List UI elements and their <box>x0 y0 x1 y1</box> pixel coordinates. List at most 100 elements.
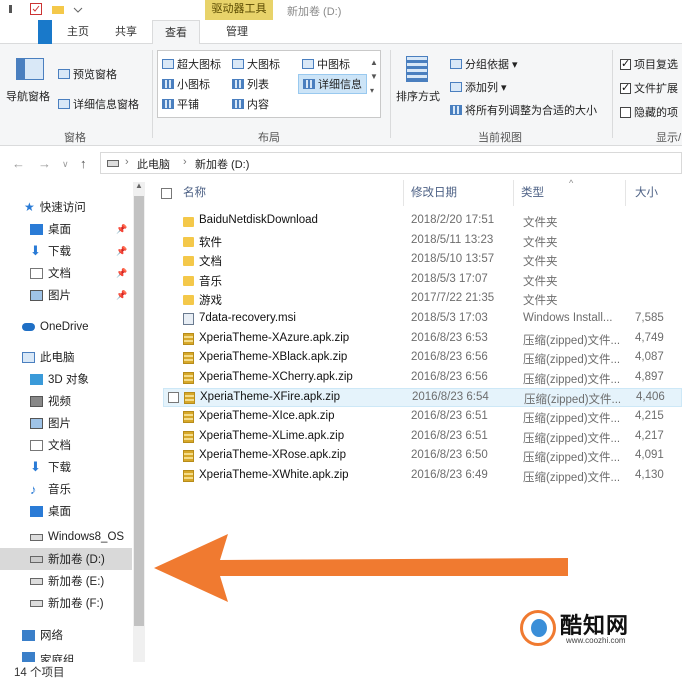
file-row[interactable]: XperiaTheme-XWhite.apk.zip 2016/8/23 6:49… <box>163 467 682 486</box>
breadcrumb-drive-d[interactable]: 新加卷 (D:) <box>195 156 249 172</box>
view-group-label: 当前视图 <box>478 132 522 144</box>
dropdown-icon[interactable] <box>72 3 84 15</box>
nav-3d-objects[interactable]: 3D 对象 <box>0 368 132 390</box>
group-by-icon <box>450 59 462 69</box>
arrow-shape <box>154 534 568 602</box>
nav-pane-button[interactable]: 导航窗格 <box>6 88 50 104</box>
pin-icon[interactable]: 📌 <box>116 224 127 235</box>
nav-drive-d[interactable]: 新加卷 (D:) <box>0 548 132 570</box>
file-row[interactable]: XperiaTheme-XLime.apk.zip 2016/8/23 6:51 压… <box>163 428 682 447</box>
sort-icon[interactable] <box>406 56 428 82</box>
file-type: 文件夹 <box>523 275 558 288</box>
checkbox-icon <box>620 106 631 118</box>
nav-drive-e[interactable]: 新加卷 (E:) <box>0 570 132 592</box>
layout-medium-icons[interactable]: 中图标 <box>302 56 350 72</box>
row-checkbox[interactable] <box>168 392 179 404</box>
checkmark-icon[interactable] <box>30 3 42 15</box>
layout-scroll-icon[interactable]: ▲ ▼ ▾ <box>370 56 378 98</box>
folder-icon[interactable] <box>52 3 64 15</box>
nav-homegroup[interactable]: 家庭组 <box>0 652 132 662</box>
tab-share[interactable]: 共享 <box>110 20 142 44</box>
scroll-thumb[interactable] <box>134 196 144 626</box>
nav-downloads[interactable]: ⬇ 下载 📌 <box>0 240 132 262</box>
file-size: 4,215 <box>635 410 664 422</box>
file-row[interactable]: XperiaTheme-XFire.apk.zip 2016/8/23 6:54 压… <box>163 388 682 408</box>
scroll-up-icon[interactable]: ▲ <box>135 181 143 190</box>
breadcrumb-separator-icon: › <box>125 156 129 168</box>
nav-drive-f[interactable]: 新加卷 (F:) <box>0 592 132 614</box>
nav-pc-documents[interactable]: 文档 <box>0 434 132 456</box>
file-row[interactable]: XperiaTheme-XRose.apk.zip 2016/8/23 6:50 压… <box>163 447 682 466</box>
file-row[interactable]: 文档 2018/5/10 13:57 文件夹 <box>163 251 682 270</box>
tab-view[interactable]: 查看 <box>152 20 200 45</box>
installer-icon <box>183 313 194 325</box>
zip-file-icon <box>183 371 194 384</box>
layout-details[interactable]: 详细信息 <box>298 74 367 94</box>
layout-content[interactable]: 内容 <box>232 96 269 112</box>
nav-pane-icon[interactable] <box>16 58 44 80</box>
file-row[interactable]: 游戏 2017/7/22 21:35 文件夹 <box>163 290 682 309</box>
nav-quick-access[interactable]: ★ 快速访问 <box>0 196 132 218</box>
select-all-checkbox[interactable] <box>161 188 172 199</box>
nav-onedrive[interactable]: OneDrive <box>0 316 132 338</box>
details-pane-icon <box>58 99 70 109</box>
pin-icon[interactable]: 📌 <box>116 268 127 279</box>
fit-columns-button[interactable]: 将所有列调整为合适的大小 <box>450 102 597 118</box>
nav-network[interactable]: 网络 <box>0 624 132 646</box>
file-row[interactable]: XperiaTheme-XIce.apk.zip 2016/8/23 6:51 压缩… <box>163 408 682 427</box>
nav-desktop[interactable]: 桌面 📌 <box>0 218 132 240</box>
tab-home[interactable]: 主页 <box>62 20 94 44</box>
add-column-button[interactable]: 添加列 ▾ <box>450 79 507 95</box>
nav-documents[interactable]: 文档 📌 <box>0 262 132 284</box>
tab-file[interactable] <box>38 20 52 44</box>
up-icon[interactable]: ↑ <box>80 156 87 171</box>
pin-icon[interactable]: 📌 <box>116 246 127 257</box>
column-date[interactable]: 修改日期 <box>411 180 515 206</box>
status-item-count: 14 个项目 <box>14 667 65 679</box>
nav-pc-pictures[interactable]: 图片 <box>0 412 132 434</box>
address-bar[interactable]: › 此电脑 › 新加卷 (D:) <box>100 152 682 174</box>
details-pane-button[interactable]: 详细信息窗格 <box>58 96 139 112</box>
file-size: 4,091 <box>635 449 664 462</box>
breadcrumb-this-pc[interactable]: 此电脑 <box>137 156 170 172</box>
file-row[interactable]: 7data-recovery.msi 2018/5/3 17:03 Windows … <box>163 310 682 329</box>
recent-dropdown-icon[interactable]: ∨ <box>62 159 69 170</box>
sort-by-button[interactable]: 排序方式 <box>396 88 440 104</box>
column-size[interactable]: 大小 <box>635 180 682 206</box>
column-name[interactable]: 名称 <box>183 180 403 206</box>
file-row[interactable]: XperiaTheme-XAzure.apk.zip 2016/8/23 6:53… <box>163 330 682 349</box>
back-icon[interactable]: ← <box>12 156 25 171</box>
preview-pane-button[interactable]: 预览窗格 <box>58 66 117 82</box>
file-row[interactable]: 音乐 2018/5/3 17:07 文件夹 <box>163 271 682 290</box>
file-date: 2018/5/3 17:03 <box>411 312 488 324</box>
item-checkboxes-toggle[interactable]: 项目复选 <box>620 56 678 72</box>
extra-large-icons-icon <box>162 59 174 69</box>
file-row[interactable]: 软件 2018/5/11 13:23 文件夹 <box>163 232 682 251</box>
nav-pc-desktop[interactable]: 桌面 <box>0 500 132 522</box>
nav-music[interactable]: ♪ 音乐 <box>0 478 132 500</box>
file-name: XperiaTheme-XIce.apk.zip <box>199 410 335 422</box>
layout-large-icons[interactable]: 大图标 <box>232 56 280 72</box>
nav-videos[interactable]: 视频 <box>0 390 132 412</box>
forward-icon[interactable]: → <box>38 156 51 171</box>
layout-extra-large-icons[interactable]: 超大图标 <box>162 56 221 72</box>
group-by-button[interactable]: 分组依据 ▾ <box>450 56 518 72</box>
file-size: 4,406 <box>636 391 665 404</box>
file-extensions-toggle[interactable]: 文件扩展 <box>620 80 678 96</box>
layout-tiles[interactable]: 平铺 <box>162 96 199 112</box>
layout-list[interactable]: 列表 <box>232 76 269 92</box>
hidden-items-toggle[interactable]: 隐藏的项 <box>620 104 678 120</box>
nav-scrollbar[interactable]: ▲ <box>133 181 145 662</box>
tab-manage[interactable]: 管理 <box>214 20 260 44</box>
ribbon-tabs: 主页 共享 查看 管理 <box>0 20 682 45</box>
pin-icon[interactable]: 📌 <box>116 290 127 301</box>
layout-small-icons[interactable]: 小图标 <box>162 76 210 92</box>
file-row[interactable]: BaiduNetdiskDownload 2018/2/20 17:51 文件夹 <box>163 212 682 231</box>
nav-drive-c[interactable]: Windows8_OS <box>0 526 132 548</box>
nav-pc-downloads[interactable]: ⬇ 下载 <box>0 456 132 478</box>
nav-this-pc[interactable]: 此电脑 <box>0 346 132 368</box>
properties-icon[interactable] <box>8 3 20 15</box>
file-row[interactable]: XperiaTheme-XCherry.apk.zip 2016/8/23 6:5… <box>163 369 682 388</box>
nav-pictures[interactable]: 图片 📌 <box>0 284 132 306</box>
file-row[interactable]: XperiaTheme-XBlack.apk.zip 2016/8/23 6:56… <box>163 349 682 368</box>
